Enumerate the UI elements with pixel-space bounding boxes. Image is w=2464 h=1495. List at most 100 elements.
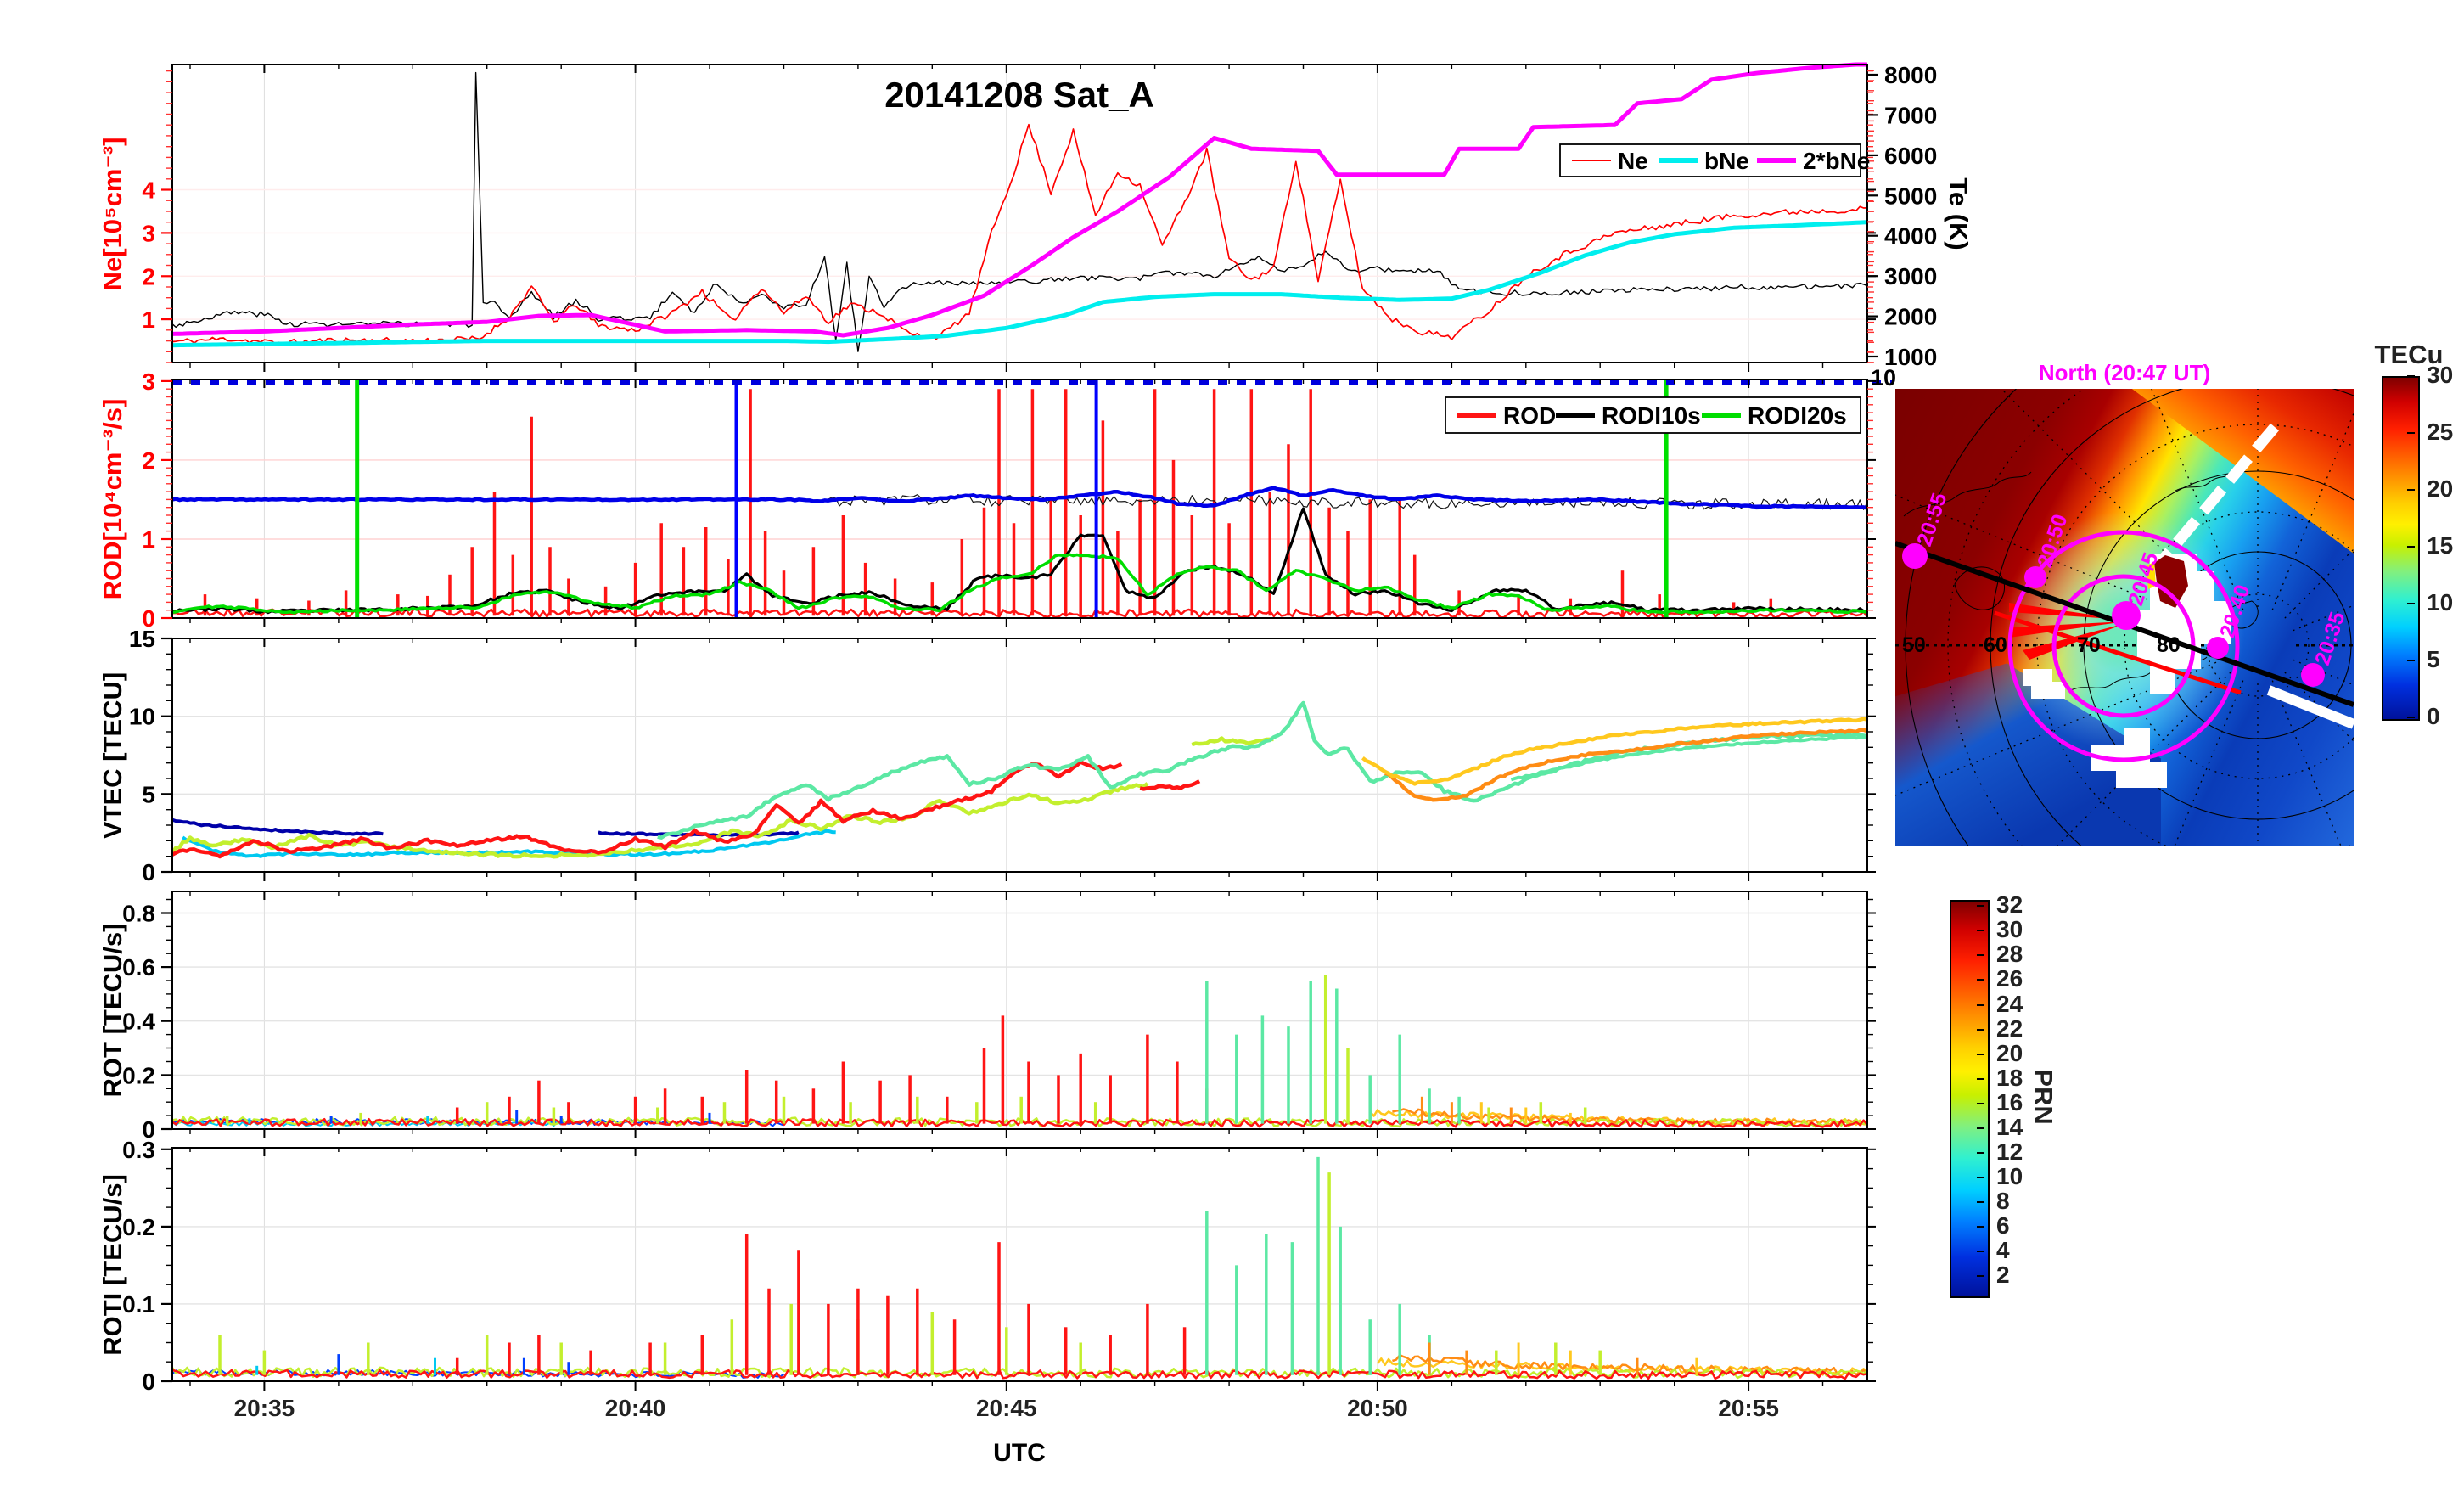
track-dot-3 <box>2207 637 2229 659</box>
track-dot-4 <box>2301 663 2325 687</box>
colorbar-tick <box>2407 717 2415 718</box>
colorbar-tick <box>1977 1102 1984 1104</box>
track-time-label: 20:55 <box>1912 490 1951 549</box>
svg-text:3000: 3000 <box>1884 263 1937 289</box>
svg-text:20:40: 20:40 <box>605 1395 666 1421</box>
svg-text:20:35: 20:35 <box>234 1395 295 1421</box>
panel-3: 00.20.40.60.8 <box>122 891 1876 1143</box>
ylabel-rot: ROT [TECU/s] <box>98 923 127 1098</box>
colorbar-tick-label: 18 <box>1996 1064 2023 1091</box>
colorbar-tick-label: 26 <box>1996 965 2023 992</box>
latitude-label: 80 <box>2157 633 2181 657</box>
colorbar-tick-label: 8 <box>1996 1188 2010 1215</box>
colorbar-tick-label: 14 <box>1996 1113 2023 1140</box>
track-dot-1 <box>2024 566 2046 588</box>
colorbar-tick <box>1977 954 1984 957</box>
prn-colorbar <box>1950 900 1990 1298</box>
colorbar-tick-label: 0 <box>2427 703 2440 729</box>
latitude-label: 70 <box>2077 633 2101 657</box>
colorbar-tick-label: 2 <box>1996 1262 2010 1289</box>
colorbar-tick-label: 10 <box>1996 1162 2023 1189</box>
svg-text:5: 5 <box>142 781 155 807</box>
svg-text:0.3: 0.3 <box>122 1137 155 1163</box>
svg-text:RODI20s: RODI20s <box>1748 402 1847 429</box>
ylabel-te: Te (K) <box>1944 177 1973 250</box>
svg-text:2*bNe: 2*bNe <box>1803 148 1870 174</box>
track-dot-0 <box>1902 543 1928 569</box>
colorbar-tick <box>1977 1176 1984 1178</box>
legend-panel-0: Ne bNe 2*bNe <box>1559 143 1870 177</box>
ylabel-ne: Ne[10⁵cm⁻³] <box>98 137 127 291</box>
legend-panel-1: ROD RODI10s RODI20s <box>1445 396 1861 434</box>
colorbar-tick-label: 16 <box>1996 1088 2023 1116</box>
colorbar-tick <box>2407 432 2415 434</box>
tec-map: 20:55 20:50 20:45 20:40 20:35 50 60 70 80 <box>1895 389 2354 846</box>
svg-text:RODI10s: RODI10s <box>1602 402 1701 429</box>
svg-text:2: 2 <box>142 263 155 289</box>
colorbar-tick <box>1977 1226 1984 1228</box>
prn-colorbar-title: PRN <box>2029 1069 2058 1125</box>
colorbar-tick-label: 24 <box>1996 990 2023 1017</box>
colorbar-tick <box>1977 1053 1984 1055</box>
tecu-colorbar <box>2382 376 2420 721</box>
colorbar-tick <box>1977 1251 1984 1253</box>
svg-text:4: 4 <box>142 177 155 204</box>
ylabel-roti: ROTI [TECU/s] <box>98 1174 127 1356</box>
ylabel-vtec: VTEC [TECU] <box>98 672 127 840</box>
colorbar-tick <box>1977 979 1984 981</box>
colorbar-tick <box>1977 1275 1984 1278</box>
colorbar-tick-label: 4 <box>1996 1237 2010 1264</box>
no-data-slash-2 <box>2266 685 2354 729</box>
colorbar-tick <box>1977 1077 1984 1080</box>
svg-text:6000: 6000 <box>1884 143 1937 169</box>
colorbar-tick <box>1977 1151 1984 1154</box>
colorbar-tick-label: 30 <box>1996 916 2023 943</box>
figure-title: 20141208 Sat_A <box>884 75 1154 115</box>
svg-text:8000: 8000 <box>1884 62 1937 88</box>
colorbar-tick-label: 22 <box>1996 1014 2023 1042</box>
svg-text:bNe: bNe <box>1704 148 1749 174</box>
prn-colorbar-gradient <box>1951 902 1988 1296</box>
svg-text:Ne: Ne <box>1618 148 1648 174</box>
svg-text:2000: 2000 <box>1884 304 1937 330</box>
colorbar-tick-label: 20 <box>2427 475 2454 502</box>
colorbar-tick <box>2407 546 2415 548</box>
svg-text:5000: 5000 <box>1884 183 1937 209</box>
colorbar-tick-label: 28 <box>1996 941 2023 968</box>
svg-text:3: 3 <box>142 368 155 395</box>
colorbar-tick-label: 5 <box>2427 646 2440 672</box>
colorbar-tick-label: 12 <box>1996 1138 2023 1165</box>
xlabel-utc: UTC <box>993 1439 1046 1467</box>
colorbar-tick-label: 32 <box>1996 891 2023 919</box>
svg-text:0: 0 <box>142 859 155 885</box>
ylabel-rod: ROD[10⁴cm⁻³/s] <box>98 398 127 600</box>
track-time-label: 20:35 <box>2310 609 2349 668</box>
tecu-colorbar-gradient <box>2383 378 2418 719</box>
latitude-label: 60 <box>1984 633 2007 657</box>
svg-text:20:45: 20:45 <box>976 1395 1037 1421</box>
panel-2: 0 5 10 15 <box>129 626 1876 885</box>
panel-4: 00.10.20.3 <box>122 1137 1876 1395</box>
track-time-label: 20:50 <box>2033 511 2072 570</box>
map-title: North (20:47 UT) <box>2038 360 2211 385</box>
colorbar-tick <box>1977 1127 1984 1129</box>
colorbar-tick <box>1977 1003 1984 1006</box>
map-overlay: 20:55 20:50 20:45 20:40 20:35 50 60 70 80 <box>1895 389 2354 846</box>
colorbar-tick-label: 20 <box>1996 1039 2023 1066</box>
svg-text:0: 0 <box>142 1369 155 1395</box>
colorbar-tick <box>1977 905 1984 908</box>
svg-text:10: 10 <box>129 704 155 730</box>
figure-root: 1 2 3 4 1000 2000 3000 4000 5000 6000 7000 8000 Ne bN… <box>0 0 2464 1491</box>
svg-text:15: 15 <box>129 626 155 652</box>
svg-text:ROD: ROD <box>1503 402 1556 429</box>
svg-text:3: 3 <box>142 220 155 246</box>
svg-text:2: 2 <box>142 447 155 474</box>
x-axis-labels: 20:35 20:40 20:45 20:50 20:55 <box>234 1395 1779 1421</box>
colorbar-tick <box>2407 489 2415 491</box>
colorbar-tick <box>1977 1028 1984 1031</box>
svg-text:20:55: 20:55 <box>1718 1395 1779 1421</box>
colorbar-tick-label: 10 <box>2427 589 2454 615</box>
svg-text:7000: 7000 <box>1884 102 1937 128</box>
colorbar-tick-label: 30 <box>2427 362 2454 388</box>
colorbar-tick-label: 6 <box>1996 1212 2010 1239</box>
